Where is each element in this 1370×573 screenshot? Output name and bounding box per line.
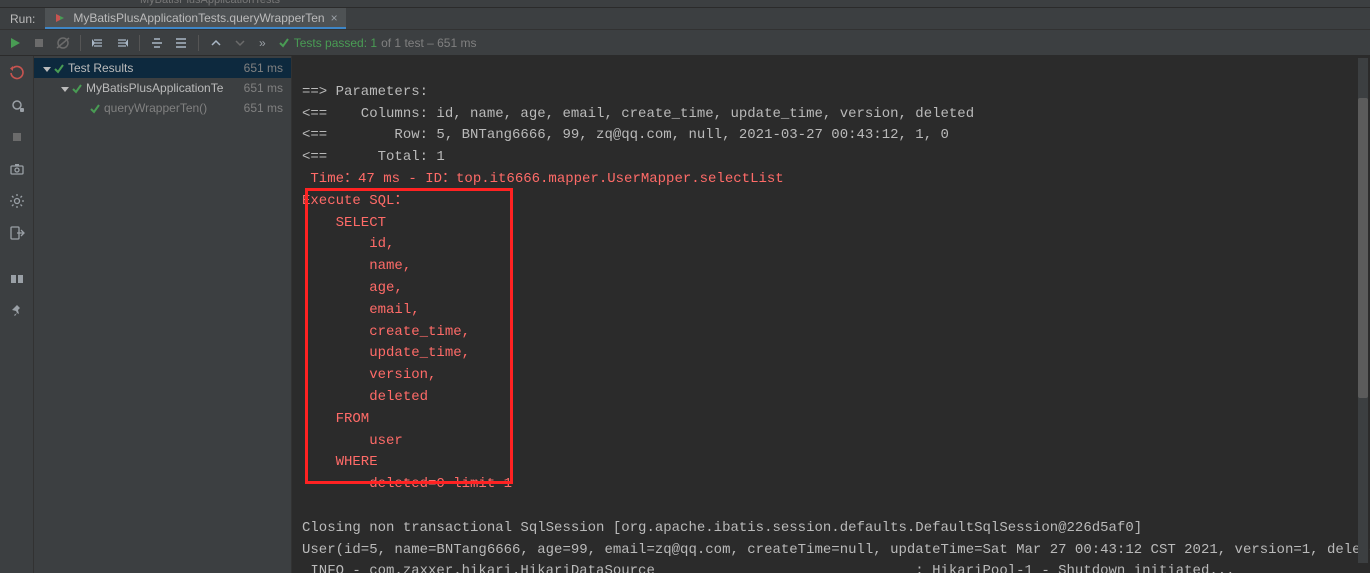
show-ignored-toggle[interactable] (111, 32, 133, 54)
tree-method-label: queryWrapperTen() (104, 101, 244, 115)
toolbar-separator (139, 35, 140, 51)
test-history-icon[interactable] (6, 94, 28, 116)
console-line: update_time, (302, 345, 470, 361)
tests-rest-text: of 1 test – 651 ms (381, 36, 476, 50)
toolbar-separator (198, 35, 199, 51)
ghost-tab-strip: MyBatisPlusApplicationTests (0, 0, 1370, 8)
tree-class-row[interactable]: MyBatisPlusApplicationTe 651 ms (34, 78, 291, 98)
chevron-down-icon[interactable] (58, 81, 72, 95)
console-line: email, (302, 302, 420, 318)
console-line: Closing non transactional SqlSession [or… (302, 520, 1142, 536)
pin-icon[interactable] (6, 300, 28, 322)
console-line: SELECT (302, 215, 386, 231)
tree-class-ms: 651 ms (244, 81, 283, 95)
tree-class-label: MyBatisPlusApplicationTe (86, 81, 244, 95)
console-line: create_time, (302, 324, 470, 340)
vertical-scrollbar[interactable] (1358, 58, 1368, 563)
collapse-all-button[interactable] (229, 32, 251, 54)
tree-root-row[interactable]: Test Results 651 ms (34, 58, 291, 78)
console-line: version, (302, 367, 436, 383)
expand-all-button[interactable] (205, 32, 227, 54)
run-label: Run: (0, 12, 45, 26)
console-line: age, (302, 280, 403, 296)
run-config-icon (53, 11, 67, 25)
test-tree[interactable]: Test Results 651 ms MyBatisPlusApplicati… (34, 56, 292, 573)
layout-icon[interactable] (6, 268, 28, 290)
scrollbar-thumb[interactable] (1358, 98, 1368, 398)
tests-passed-value: 1 (370, 36, 377, 50)
console-line: <== Columns: id, name, age, email, creat… (302, 106, 974, 122)
console-line: FROM (302, 411, 369, 427)
run-tab-active[interactable]: MyBatisPlusApplicationTests.queryWrapper… (45, 8, 345, 29)
console-line: User(id=5, name=BNTang6666, age=99, emai… (302, 542, 1370, 558)
run-toolbar: » Tests passed: 1 of 1 test – 651 ms (0, 30, 1370, 56)
tree-root-label: Test Results (68, 61, 244, 75)
ghost-tab-label: MyBatisPlusApplicationTests (140, 0, 280, 6)
console-line: <== Row: 5, BNTang6666, 99, zq@qq.com, n… (302, 127, 949, 143)
screenshot-icon[interactable] (6, 158, 28, 180)
console-line: INFO - com.zaxxer.hikari.HikariDataSourc… (302, 563, 1235, 573)
exit-icon[interactable] (6, 222, 28, 244)
console-line: <== Total: 1 (302, 149, 445, 165)
console-line: deleted (302, 389, 436, 405)
console-line: user (302, 433, 411, 449)
tree-method-row[interactable]: queryWrapperTen() 651 ms (34, 98, 291, 118)
console-line: WHERE (302, 454, 378, 470)
sort-duration-button[interactable] (170, 32, 192, 54)
stop-button[interactable] (28, 32, 50, 54)
console-line: deleted=0 limit 1 (302, 476, 512, 492)
pass-icon (54, 61, 64, 75)
restart-icon[interactable] (6, 62, 28, 84)
left-gutter (0, 56, 34, 573)
tests-summary: Tests passed: 1 of 1 test – 651 ms (278, 36, 477, 50)
rerun-button[interactable] (4, 32, 26, 54)
console-line: Time：47 ms - ID：top.it6666.mapper.UserMa… (302, 171, 784, 187)
tests-passed-label: Tests passed: (294, 36, 367, 50)
console-line: id, (302, 236, 394, 252)
close-icon[interactable]: × (331, 11, 338, 25)
stop-icon[interactable] (6, 126, 28, 148)
rerun-failed-button[interactable] (52, 32, 74, 54)
console-line: name, (302, 258, 411, 274)
tree-root-ms: 651 ms (244, 61, 283, 75)
run-tab-row: Run: MyBatisPlusApplicationTests.queryWr… (0, 8, 1370, 30)
run-tab-title: MyBatisPlusApplicationTests.queryWrapper… (73, 11, 324, 25)
console-output[interactable]: ==> Parameters: <== Columns: id, name, a… (292, 56, 1370, 573)
show-passed-toggle[interactable] (87, 32, 109, 54)
pass-icon (72, 81, 82, 95)
chevron-down-icon[interactable] (40, 61, 54, 75)
more-actions-chevron-icon[interactable]: » (253, 36, 272, 50)
settings-icon[interactable] (6, 190, 28, 212)
tree-method-ms: 651 ms (244, 101, 283, 115)
console-line: ==> Parameters: (302, 84, 436, 100)
toolbar-separator (80, 35, 81, 51)
pass-icon (90, 101, 100, 115)
sort-alphabetically-button[interactable] (146, 32, 168, 54)
console-line: Execute SQL： (302, 193, 408, 209)
